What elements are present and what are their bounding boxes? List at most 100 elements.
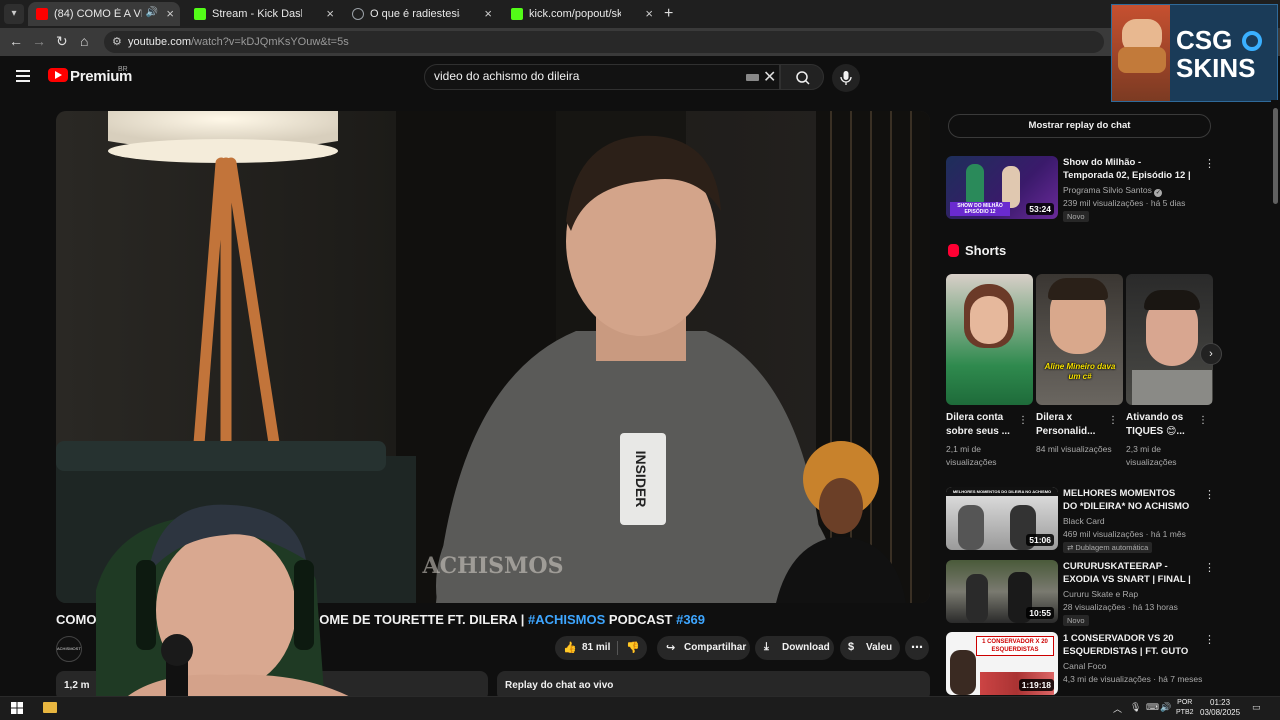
- thumbnail-text: MELHORES MOMENTOS DO DILEIRA NO ACHISMO: [946, 487, 1058, 496]
- video-title[interactable]: 1 CONSERVADOR VS 20 ESQUERDISTAS | FT. G…: [1063, 632, 1191, 659]
- video-duration: 1:19:18: [1018, 679, 1054, 691]
- more-vert-icon[interactable]: ⋮: [1204, 633, 1215, 646]
- speaker-icon[interactable]: 🔊: [146, 7, 158, 18]
- tab-kick-chat[interactable]: kick.com/popout/skipnho/chat ×: [503, 2, 659, 26]
- tray-network-icon[interactable]: ⌨: [1146, 702, 1159, 713]
- reload-icon[interactable]: ↻: [56, 33, 68, 50]
- kick-favicon-icon: [511, 8, 523, 20]
- home-icon[interactable]: ⌂: [80, 33, 88, 49]
- new-tab-button[interactable]: +: [664, 5, 673, 23]
- back-arrow-icon[interactable]: ←: [9, 33, 23, 49]
- system-clock[interactable]: 01:23 03/08/2025: [1200, 698, 1240, 718]
- search-button[interactable]: [780, 64, 824, 90]
- ad-text-line1: CSG: [1176, 25, 1233, 55]
- site-info-icon[interactable]: ⚙: [112, 35, 122, 48]
- thumbnail-text: SHOW DO MILHÃO EPISÓDIO 12: [950, 202, 1010, 216]
- tray-expand-icon[interactable]: ︿: [1113, 702, 1122, 715]
- channel-name[interactable]: Cururu Skate e Rap: [1063, 589, 1138, 599]
- tab-label: (84) COMO É A VIDA DE UM: [54, 8, 142, 20]
- short-title[interactable]: Dilera conta sobre seus ...: [946, 411, 1020, 439]
- input-language-indicator[interactable]: POR PTB2: [1176, 698, 1194, 718]
- short-title[interactable]: Ativando os TIQUES 😊...: [1126, 411, 1200, 439]
- more-vert-icon[interactable]: ⋮: [1108, 415, 1118, 426]
- thanks-label: Valeu: [866, 642, 893, 653]
- shorts-next-arrow-icon[interactable]: ›: [1200, 343, 1222, 365]
- search-input[interactable]: [434, 69, 734, 83]
- chat-replay-label: Replay do chat ao vivo: [505, 680, 614, 691]
- tray-mic-icon[interactable]: 🎙: [1130, 702, 1141, 713]
- youtube-masthead: Premium BR ✕: [0, 56, 1280, 100]
- video-meta: 28 visualizações · há 13 horas: [1063, 602, 1178, 612]
- clear-search-icon[interactable]: ✕: [763, 67, 776, 87]
- more-vert-icon[interactable]: ⋮: [1204, 157, 1215, 170]
- webcam-feed: [96, 504, 386, 720]
- address-bar[interactable]: ⚙ youtube.com/watch?v=kDJQmKsYOuw&t=5s: [104, 31, 1104, 53]
- tab-close-icon[interactable]: ×: [484, 6, 492, 21]
- video-title[interactable]: CURURUSKATEERAP - EXODIA VS SNART | FINA…: [1063, 560, 1191, 587]
- short-title[interactable]: Dilera x Personalid...: [1036, 411, 1110, 439]
- scrollbar-thumb[interactable]: [1273, 108, 1278, 204]
- keyboard-icon[interactable]: [746, 74, 759, 81]
- short-thumbnail[interactable]: [1126, 274, 1213, 405]
- tab-close-icon[interactable]: ×: [166, 6, 174, 21]
- page-scrollbar[interactable]: [1271, 100, 1280, 696]
- share-label: Compartilhar: [684, 642, 747, 653]
- tab-close-icon[interactable]: ×: [645, 6, 653, 21]
- tab-label: Stream - Kick Dashboard: [212, 8, 302, 20]
- channel-name[interactable]: Canal Foco: [1063, 661, 1106, 671]
- share-icon: ↪: [666, 642, 676, 654]
- thumbs-down-icon[interactable]: 👎: [626, 641, 640, 654]
- video-thumbnail[interactable]: MELHORES MOMENTOS DO DILEIRA NO ACHISMO …: [946, 487, 1058, 550]
- video-duration: 53:24: [1026, 203, 1054, 215]
- channel-name[interactable]: Programa Silvio Santos ✓: [1063, 185, 1163, 197]
- video-thumbnail[interactable]: 1 CONSERVADOR X 20 ESQUERDISTAS 1:19:18: [946, 632, 1058, 695]
- short-thumbnail[interactable]: Aline Mineiro dava um c#: [1036, 274, 1123, 405]
- download-button[interactable]: ⤓ Download: [755, 636, 834, 660]
- download-label: Download: [782, 642, 830, 653]
- browser-tab-strip: ▾ (84) COMO É A VIDA DE UM 🔊 × Stream - …: [0, 0, 1280, 28]
- notification-icon[interactable]: ▭: [1252, 702, 1261, 713]
- file-explorer-icon[interactable]: [43, 702, 57, 713]
- tray-volume-icon[interactable]: 🔊: [1160, 702, 1171, 713]
- windows-start-icon[interactable]: [11, 702, 23, 714]
- tab-label: O que é radiestesia: [370, 8, 460, 20]
- tab-kick-dashboard[interactable]: Stream - Kick Dashboard ×: [186, 2, 340, 26]
- search-icon: [796, 71, 810, 85]
- youtube-logo-icon[interactable]: [48, 68, 68, 82]
- channel-name[interactable]: Black Card: [1063, 516, 1105, 526]
- short-views: 2,3 mi de visualizações: [1126, 444, 1177, 467]
- more-vert-icon[interactable]: ⋮: [1198, 415, 1208, 426]
- tab-search-menu-button[interactable]: ▾: [4, 4, 24, 24]
- more-vert-icon[interactable]: ⋮: [1204, 488, 1215, 501]
- forward-arrow-icon[interactable]: →: [32, 33, 46, 49]
- tab-youtube[interactable]: (84) COMO É A VIDA DE UM 🔊 ×: [28, 2, 180, 26]
- shorts-icon: [948, 244, 959, 257]
- more-vert-icon[interactable]: ⋮: [1018, 415, 1028, 426]
- os-taskbar: ︿ 🎙 ⌨ 🔊 POR PTB2 01:23 03/08/2025 ▭: [0, 696, 1280, 720]
- more-actions-button[interactable]: ⋯: [905, 636, 929, 660]
- video-title[interactable]: MELHORES MOMENTOS DO *DILEIRA* NO ACHISM…: [1063, 487, 1191, 513]
- new-badge: Novo: [1063, 211, 1089, 222]
- thanks-button[interactable]: $ Valeu: [840, 636, 900, 660]
- search-box: ✕: [424, 64, 780, 90]
- voice-search-button[interactable]: [832, 64, 860, 92]
- new-badge: Novo: [1063, 615, 1089, 626]
- super-thanks-icon: $: [848, 641, 855, 653]
- video-thumbnail[interactable]: SHOW DO MILHÃO EPISÓDIO 12 53:24: [946, 156, 1058, 219]
- short-thumbnail[interactable]: [946, 274, 1033, 405]
- video-duration: 51:06: [1026, 534, 1054, 546]
- like-count[interactable]: 81 mil: [582, 642, 610, 653]
- hashtag-link[interactable]: #369: [676, 612, 705, 627]
- video-title[interactable]: Show do Milhão - Temporada 02, Episódio …: [1063, 156, 1191, 183]
- menu-icon[interactable]: [16, 70, 30, 85]
- thumbs-up-icon[interactable]: 👍: [563, 641, 577, 654]
- tab-close-icon[interactable]: ×: [326, 6, 334, 21]
- tab-radiestesia[interactable]: O que é radiestesia ×: [344, 2, 498, 26]
- show-chat-replay-button[interactable]: Mostrar replay do chat: [948, 114, 1211, 138]
- more-vert-icon[interactable]: ⋮: [1204, 561, 1215, 574]
- video-meta: 239 mil visualizações · há 5 dias: [1063, 198, 1186, 208]
- globe-icon: [352, 8, 364, 20]
- hashtag-link[interactable]: #ACHISMOS: [528, 612, 605, 627]
- video-thumbnail[interactable]: 10:55: [946, 560, 1058, 623]
- share-button[interactable]: ↪ Compartilhar: [657, 636, 750, 660]
